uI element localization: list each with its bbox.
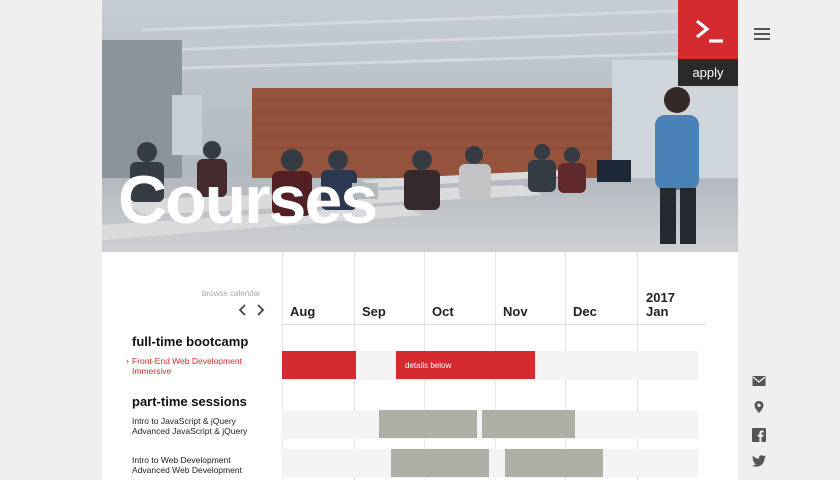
parttime-section-title: part-time sessions [132,394,247,409]
advanced-webdev-session-bar[interactable] [505,449,603,477]
hero-banner: Courses apply [102,0,738,252]
bootcamp-details-bar[interactable]: details below [396,351,535,379]
terminal-logo-glyph [696,19,723,43]
terminal-logo-icon[interactable] [678,0,738,59]
chevron-left-icon[interactable] [234,302,250,318]
course-line: Front-End Web Development [132,356,242,366]
course-line: Intro to JavaScript & jQuery [132,416,236,426]
intro-webdev-session-bar[interactable] [391,449,489,477]
month-oct: Oct [432,304,454,319]
month-sep: Sep [362,304,386,319]
month-nov: Nov [503,304,528,319]
mail-icon[interactable] [752,374,766,388]
month-dec: Dec [573,304,597,319]
menu-icon[interactable] [754,28,770,42]
course-line: Advanced JavaScript & jQuery [132,426,248,436]
facebook-icon[interactable] [752,428,766,442]
timeline-row [282,449,698,478]
apply-button[interactable]: apply [678,59,738,86]
course-line: Advanced Web Development [132,465,242,475]
course-line: Intro to Web Development [132,455,231,465]
main-content: Courses apply browse calendar Aug Sep Oc… [102,0,738,480]
header-divider [282,324,706,325]
chevron-right-icon[interactable] [253,302,269,318]
course-group-javascript[interactable]: Intro to JavaScript & jQuery Advanced Ja… [132,416,247,436]
fulltime-section-title: full-time bootcamp [132,334,249,349]
browse-calendar-label: browse calendar [202,289,261,298]
chevron-right-icon: › [126,356,129,366]
year-label: 2017 [646,290,675,305]
page-title: Courses [118,162,378,238]
bootcamp-session-bar[interactable] [282,351,356,379]
twitter-icon[interactable] [752,454,766,468]
course-line: Immersive [132,366,172,376]
month-aug: Aug [290,304,316,319]
month-jan: Jan [646,304,669,319]
details-below-label: details below [405,361,452,370]
course-fewd-immersive[interactable]: Front-End Web Development Immersive [132,356,242,376]
course-calendar: browse calendar Aug Sep Oct Nov Dec 2017… [102,252,738,480]
apply-badge[interactable]: apply [678,0,738,86]
advanced-javascript-session-bar[interactable] [482,410,575,438]
course-group-webdev[interactable]: Intro to Web Development Advanced Web De… [132,455,242,475]
javascript-session-bar[interactable] [379,410,477,438]
location-icon[interactable] [752,400,766,414]
